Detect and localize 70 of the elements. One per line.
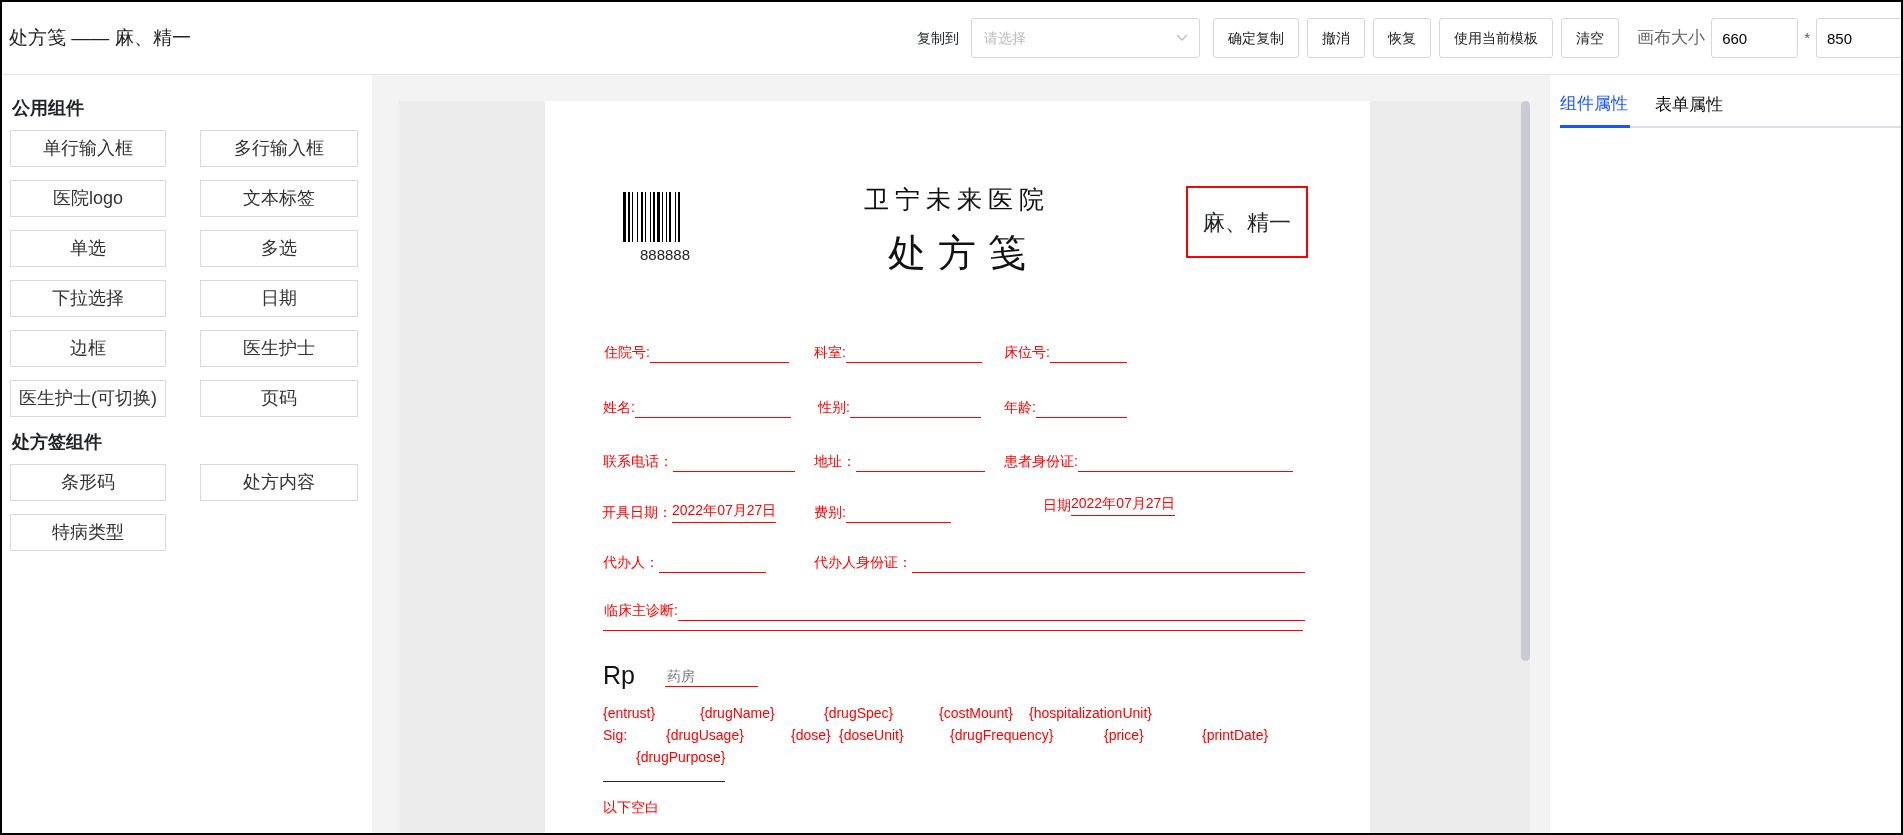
component-button[interactable]: 下拉选择 [10, 280, 166, 317]
hospital-name: 卫宁未来医院 [863, 184, 1051, 215]
field-label: 日期 [1043, 496, 1071, 515]
copy-to-label: 复制到 [917, 28, 960, 48]
toolbar-button[interactable]: 清空 [1561, 18, 1620, 58]
prescription-title: 处方笺 [887, 231, 1039, 276]
page-title: 处方笺 —— 麻、精一 [9, 25, 191, 50]
date-value: 2022年07月27日 [672, 500, 777, 523]
field-label: 患者身份证: [1004, 452, 1078, 471]
panel-tab[interactable]: 组件属性 [1560, 85, 1630, 128]
template-field[interactable]: {entrust} [603, 704, 656, 722]
template-field[interactable]: {drugSpec} [824, 704, 894, 722]
canvas-size-label: 画布大小 [1637, 27, 1706, 50]
template-field[interactable]: {dose} [791, 726, 831, 744]
section-heading: 公用组件 [12, 97, 85, 120]
component-button[interactable]: 日期 [200, 280, 358, 317]
canvas-width-field[interactable]: 660 [1711, 18, 1799, 58]
template-field[interactable]: {drugName} [700, 704, 775, 722]
template-field[interactable]: {price} [1104, 726, 1144, 744]
toolbar-button[interactable]: 恢复 [1373, 18, 1432, 58]
rp-label: Rp [603, 660, 635, 691]
component-button[interactable]: 医院logo [10, 180, 166, 217]
template-field[interactable]: {drugPurpose} [636, 748, 726, 766]
field-label: 床位号: [1004, 343, 1050, 362]
component-button[interactable]: 条形码 [10, 464, 166, 501]
field-label: 姓名: [603, 398, 635, 417]
times-sign: * [1804, 27, 1810, 48]
toolbar-button[interactable]: 撤消 [1307, 18, 1366, 58]
field-label: 性别: [818, 398, 850, 417]
template-field[interactable]: {printDate} [1202, 726, 1269, 744]
component-button[interactable]: 特病类型 [10, 514, 166, 551]
field-label: 地址： [814, 452, 856, 471]
field-label: 联系电话： [603, 452, 673, 471]
field-label: 科室: [814, 343, 846, 362]
panel-tab[interactable]: 表单属性 [1655, 85, 1749, 126]
field-label: 代办人身份证： [814, 553, 912, 572]
scrollbar[interactable] [1521, 101, 1530, 661]
component-button[interactable]: 边框 [10, 330, 166, 367]
template-field[interactable]: Sig: [603, 726, 628, 744]
component-button[interactable]: 单行输入框 [10, 130, 166, 167]
pharmacy-field[interactable]: 药房 [665, 667, 758, 687]
component-button[interactable]: 医生护士 [200, 330, 358, 367]
component-button[interactable]: 多选 [200, 230, 358, 267]
chevron-down-icon [1176, 34, 1189, 42]
component-button[interactable]: 文本标签 [200, 180, 358, 217]
component-button[interactable]: 页码 [200, 380, 358, 417]
copy-target-select[interactable]: 请选择 [971, 18, 1201, 58]
end-note: 以下空白 [603, 798, 659, 817]
template-field[interactable]: {costMount} [939, 704, 1013, 722]
template-field[interactable]: {drugFrequency} [950, 726, 1054, 744]
field-label: 临床主诊断: [604, 601, 678, 620]
component-button[interactable]: 单选 [10, 230, 166, 267]
barcode-number: 888888 [638, 245, 692, 265]
toolbar-button[interactable]: 确定复制 [1213, 18, 1300, 58]
section-heading: 处方签组件 [12, 431, 103, 454]
component-button[interactable]: 医生护士(可切换) [10, 380, 166, 417]
component-button[interactable]: 处方内容 [200, 464, 358, 501]
field-label: 代办人： [603, 553, 659, 572]
canvas-height-field[interactable]: 850 [1816, 18, 1901, 58]
toolbar-button[interactable]: 使用当前模板 [1439, 18, 1554, 58]
component-button[interactable]: 多行输入框 [200, 130, 358, 167]
template-field[interactable]: {doseUnit} [839, 726, 904, 744]
field-label: 住院号: [604, 343, 650, 362]
template-field[interactable]: {drugUsage} [666, 726, 744, 744]
field-label: 年龄: [1004, 398, 1036, 417]
field-label: 开具日期： [602, 503, 672, 522]
date-value: 2022年07月27日 [1071, 493, 1176, 516]
category-tag-text: 麻、精一 [1203, 208, 1291, 237]
field-label: 费别: [814, 503, 846, 522]
template-field[interactable]: {hospitalizationUnit} [1029, 704, 1152, 722]
